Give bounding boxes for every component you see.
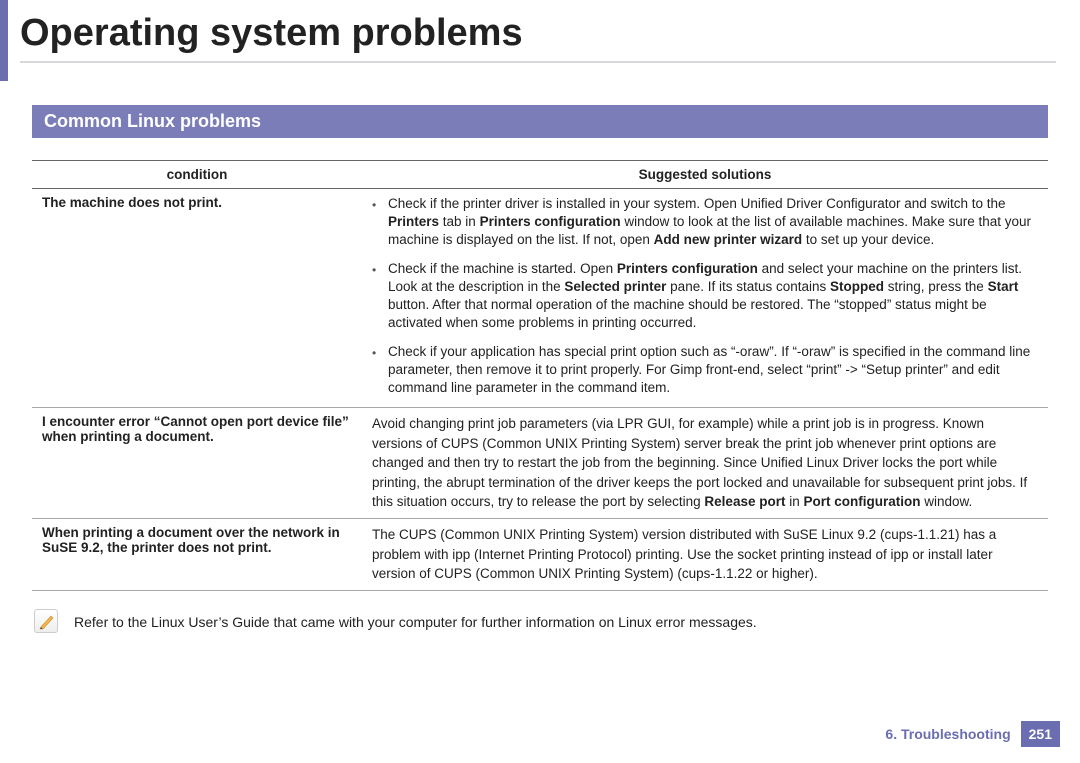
page-title: Operating system problems [20, 12, 1080, 55]
note-icon [34, 609, 58, 633]
list-item: • Check if the printer driver is install… [372, 195, 1038, 250]
bullet-icon: • [372, 260, 388, 333]
solution-text: Avoid changing print job parameters (via… [372, 414, 1038, 512]
table-row: The machine does not print. • Check if t… [32, 189, 1048, 408]
condition-cell: The machine does not print. [32, 189, 362, 408]
content-area: Common Linux problems condition Suggeste… [0, 81, 1080, 633]
bullet-text: Check if the printer driver is installed… [388, 195, 1038, 250]
solution-cell: The CUPS (Common UNIX Printing System) v… [362, 519, 1048, 591]
note-block: Refer to the Linux User’s Guide that cam… [32, 609, 1048, 633]
section-header: Common Linux problems [32, 105, 1048, 138]
list-item: • Check if your application has special … [372, 343, 1038, 398]
footer-page-number: 251 [1021, 721, 1060, 747]
condition-cell: When printing a document over the networ… [32, 519, 362, 591]
list-item: • Check if the machine is started. Open … [372, 260, 1038, 333]
condition-cell: I encounter error “Cannot open port devi… [32, 408, 362, 519]
solution-text: The CUPS (Common UNIX Printing System) v… [372, 525, 1038, 584]
solution-cell: • Check if the printer driver is install… [362, 189, 1048, 408]
footer-chapter: 6. Troubleshooting [885, 726, 1010, 742]
troubleshoot-table: condition Suggested solutions The machin… [32, 160, 1048, 591]
bullet-icon: • [372, 343, 388, 398]
table-row: I encounter error “Cannot open port devi… [32, 408, 1048, 519]
table-header-row: condition Suggested solutions [32, 161, 1048, 189]
page-footer: 6. Troubleshooting 251 [885, 721, 1060, 747]
bullet-text: Check if your application has special pr… [388, 343, 1038, 398]
col-header-condition: condition [32, 161, 362, 189]
title-block: Operating system problems [0, 0, 1080, 81]
solution-cell: Avoid changing print job parameters (via… [362, 408, 1048, 519]
bullet-icon: • [372, 195, 388, 250]
table-row: When printing a document over the networ… [32, 519, 1048, 591]
note-text: Refer to the Linux User’s Guide that cam… [74, 609, 757, 633]
title-underline [20, 61, 1056, 63]
bullet-text: Check if the machine is started. Open Pr… [388, 260, 1038, 333]
col-header-solutions: Suggested solutions [362, 161, 1048, 189]
